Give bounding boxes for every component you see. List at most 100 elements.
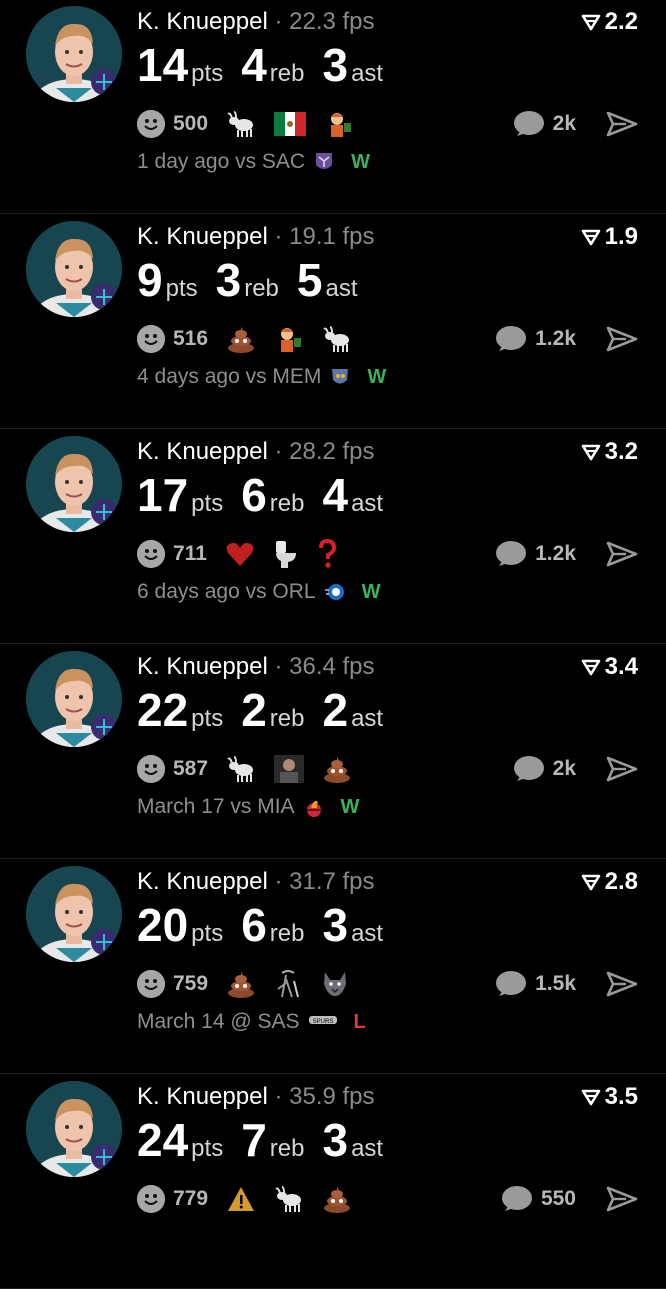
question-emoji-icon[interactable]: [317, 539, 337, 569]
points-value: 22: [137, 684, 189, 736]
wolf-emoji-icon[interactable]: [320, 970, 350, 998]
reactions-row: 711: [137, 536, 355, 572]
cane-figure-emoji-icon[interactable]: [274, 969, 302, 999]
score[interactable]: 3.2: [581, 438, 638, 466]
poop-emoji-icon[interactable]: [322, 1185, 352, 1213]
poop-emoji-icon[interactable]: [226, 970, 256, 998]
goat-emoji-icon[interactable]: [226, 110, 256, 138]
share-send-icon[interactable]: [606, 970, 638, 998]
fry-meme-emoji-icon[interactable]: [324, 109, 354, 139]
share-send-icon[interactable]: [606, 110, 638, 138]
game-card[interactable]: K. Knueppel · 22.3 fps 2.2 14 pts 4 reb …: [0, 0, 666, 214]
game-result: W: [361, 580, 381, 603]
score[interactable]: 3.4: [581, 653, 638, 681]
comment-bubble-icon[interactable]: [513, 110, 545, 138]
comments-count[interactable]: 2k: [553, 757, 576, 781]
poop-emoji-icon[interactable]: [322, 755, 352, 783]
comments-count[interactable]: 1.2k: [535, 327, 576, 351]
reactions-row: 779: [137, 1181, 370, 1217]
points-label: pts: [191, 920, 224, 947]
reactions-count[interactable]: 759: [173, 972, 208, 996]
react-smiley-icon[interactable]: [137, 325, 165, 353]
goat-emoji-icon[interactable]: [226, 755, 256, 783]
player-name[interactable]: K. Knueppel: [137, 1083, 268, 1110]
game-card[interactable]: K. Knueppel · 36.4 fps 3.4 22 pts 2 reb …: [0, 645, 666, 859]
comments-count[interactable]: 1.2k: [535, 542, 576, 566]
fps-value: 28.2 fps: [289, 438, 375, 465]
player-name[interactable]: K. Knueppel: [137, 438, 268, 465]
react-smiley-icon[interactable]: [137, 970, 165, 998]
avatar[interactable]: [26, 436, 122, 532]
toilet-emoji-icon[interactable]: [273, 539, 299, 569]
comments-count[interactable]: 550: [541, 1187, 576, 1211]
poop-emoji-icon[interactable]: [226, 325, 256, 353]
stat-line: 22 pts 2 reb 2 ast: [137, 683, 401, 737]
game-meta: March 17 vs MIA W: [137, 795, 359, 819]
score[interactable]: 2.8: [581, 868, 638, 896]
fry-meme-emoji-icon[interactable]: [274, 324, 304, 354]
game-card[interactable]: K. Knueppel · 28.2 fps 3.2 17 pts 6 reb …: [0, 430, 666, 644]
rebounds-label: reb: [269, 60, 305, 87]
score[interactable]: 1.9: [581, 223, 638, 251]
avatar[interactable]: [26, 1081, 122, 1177]
reactions-count[interactable]: 711: [173, 542, 207, 566]
game-card[interactable]: K. Knueppel · 35.9 fps 3.5 24 pts 7 reb …: [0, 1075, 666, 1289]
player-name[interactable]: K. Knueppel: [137, 223, 268, 250]
reactions-count[interactable]: 587: [173, 757, 208, 781]
rebounds-label: reb: [244, 275, 279, 302]
game-card[interactable]: K. Knueppel · 19.1 fps 1.9 9 pts 3 reb 5…: [0, 215, 666, 429]
assists-label: ast: [351, 490, 384, 517]
score-value: 3.2: [604, 438, 638, 465]
react-smiley-icon[interactable]: [137, 1185, 165, 1213]
game-card[interactable]: K. Knueppel · 31.7 fps 2.8 20 pts 6 reb …: [0, 860, 666, 1074]
comment-bubble-icon[interactable]: [495, 325, 527, 353]
game-result: W: [351, 150, 370, 173]
score[interactable]: 3.5: [581, 1083, 638, 1111]
heart-emoji-icon[interactable]: [225, 540, 255, 568]
stat-line: 20 pts 6 reb 3 ast: [137, 898, 401, 952]
comments-area: 1.5k: [495, 966, 638, 1002]
share-send-icon[interactable]: [606, 1185, 638, 1213]
player-name[interactable]: K. Knueppel: [137, 8, 268, 35]
react-smiley-icon[interactable]: [137, 540, 165, 568]
avatar[interactable]: [26, 651, 122, 747]
goat-emoji-icon[interactable]: [274, 1185, 304, 1213]
share-send-icon[interactable]: [606, 540, 638, 568]
player-name[interactable]: K. Knueppel: [137, 868, 268, 895]
game-result: L: [353, 1010, 366, 1033]
separator: ·: [274, 223, 290, 250]
warning-emoji-icon[interactable]: [226, 1185, 256, 1213]
react-smiley-icon[interactable]: [137, 755, 165, 783]
comments-count[interactable]: 1.5k: [535, 972, 576, 996]
comment-bubble-icon[interactable]: [495, 540, 527, 568]
player-name[interactable]: K. Knueppel: [137, 653, 268, 680]
card-header: K. Knueppel · 36.4 fps: [137, 653, 375, 681]
game-result: W: [340, 795, 360, 818]
avatar[interactable]: [26, 6, 122, 102]
points-value: 24: [137, 1114, 189, 1166]
fps-value: 35.9 fps: [289, 1083, 375, 1110]
react-smiley-icon[interactable]: [137, 110, 165, 138]
comment-bubble-icon[interactable]: [495, 970, 527, 998]
points-value: 14: [137, 39, 189, 91]
share-send-icon[interactable]: [606, 325, 638, 353]
reactions-row: 587: [137, 751, 370, 787]
avatar[interactable]: [26, 221, 122, 317]
reactions-count[interactable]: 779: [173, 1187, 208, 1211]
comment-bubble-icon[interactable]: [513, 755, 545, 783]
mexico-flag-emoji-icon[interactable]: [274, 112, 307, 136]
stat-line: 17 pts 6 reb 4 ast: [137, 468, 401, 522]
avatar[interactable]: [26, 866, 122, 962]
goat-emoji-icon[interactable]: [322, 325, 352, 353]
comments-area: 2k: [513, 106, 638, 142]
points-value: 17: [137, 469, 189, 521]
share-send-icon[interactable]: [606, 755, 638, 783]
reactions-count[interactable]: 516: [173, 327, 208, 351]
score-value: 2.8: [604, 868, 638, 895]
reactions-count[interactable]: 500: [173, 112, 208, 136]
score[interactable]: 2.2: [581, 8, 638, 36]
comments-count[interactable]: 2k: [553, 112, 576, 136]
rebounds-value: 2: [241, 684, 267, 736]
person-photo-emoji-icon[interactable]: [274, 755, 305, 783]
comment-bubble-icon[interactable]: [501, 1185, 533, 1213]
